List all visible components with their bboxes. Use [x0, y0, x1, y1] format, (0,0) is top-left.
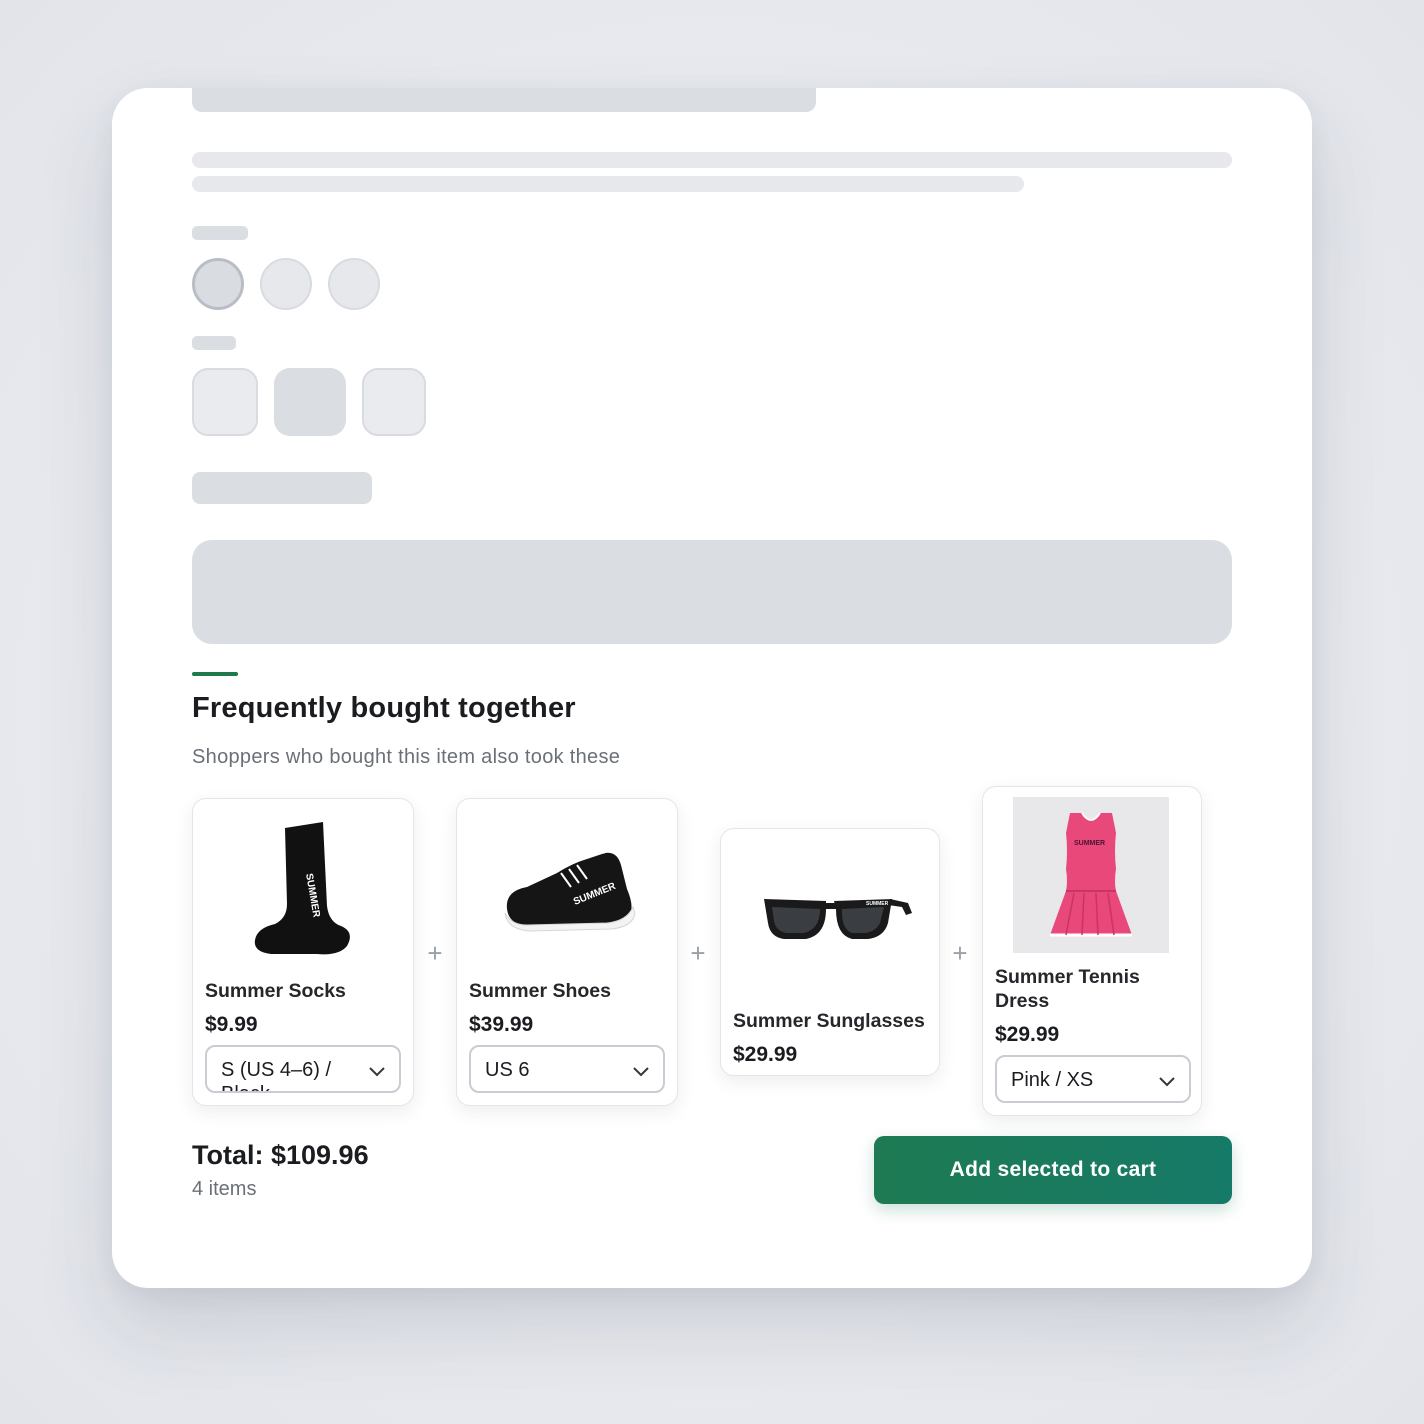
section-title: Frequently bought together	[192, 692, 576, 724]
product-image: SUMMER	[469, 809, 665, 969]
variant-select-value: Pink / XS	[1011, 1069, 1094, 1091]
brand-mark: SUMMER	[1074, 840, 1105, 847]
product-page-card: Frequently bought together Shoppers who …	[112, 88, 1312, 1288]
product-image: SUMMER	[733, 839, 929, 999]
size-option-selected[interactable]	[274, 368, 346, 436]
skeleton-title	[192, 88, 816, 112]
skeleton-color-label	[192, 226, 248, 240]
skeleton-description-line	[192, 176, 1024, 192]
product-price: $9.99	[205, 1013, 258, 1036]
brand-mark: SUMMER	[866, 901, 889, 907]
bundle-total: Total: $109.96	[192, 1140, 369, 1170]
size-option[interactable]	[192, 368, 258, 436]
plus-separator: +	[690, 938, 706, 968]
color-swatch[interactable]	[328, 258, 380, 310]
section-accent-bar	[192, 672, 238, 676]
variant-select-value: US 6	[485, 1059, 530, 1081]
plus-separator: +	[427, 938, 443, 968]
product-price: $29.99	[995, 1023, 1060, 1046]
bundle-item-count: 4 items	[192, 1178, 257, 1200]
sock-icon: SUMMER	[254, 822, 350, 955]
product-price: $39.99	[469, 1013, 534, 1036]
plus-separator: +	[952, 938, 968, 968]
sunglasses-icon: SUMMER	[764, 899, 912, 939]
chevron-down-icon	[1159, 1077, 1175, 1087]
color-swatch-selected[interactable]	[192, 258, 244, 310]
product-card-socks[interactable]: SUMMER Summer Socks $9.99 S (US 4–6) / B…	[192, 798, 414, 1106]
product-card-tennis-dress[interactable]: SUMMER Summer Tennis Dress $29.99 Pink /…	[982, 786, 1202, 1116]
variant-select[interactable]: Pink / XS	[995, 1055, 1191, 1103]
product-price: $29.99	[733, 1043, 798, 1066]
product-card-sunglasses[interactable]: SUMMER Summer Sunglasses $29.99	[720, 828, 940, 1076]
sneaker-icon: SUMMER	[504, 844, 636, 932]
size-option[interactable]	[362, 368, 426, 436]
chevron-down-icon	[633, 1067, 649, 1077]
section-subtitle: Shoppers who bought this item also took …	[192, 746, 621, 768]
chevron-down-icon	[369, 1067, 385, 1077]
variant-select-value: S (US 4–6) / Black	[221, 1059, 332, 1091]
dress-icon: SUMMER	[1050, 812, 1132, 937]
variant-select[interactable]: US 6	[469, 1045, 665, 1093]
product-name: Summer Tennis Dress	[995, 966, 1140, 1012]
product-card-shoes[interactable]: SUMMER Summer Shoes $39.99 US 6	[456, 798, 678, 1106]
variant-select[interactable]: S (US 4–6) / Black	[205, 1045, 401, 1093]
product-name: Summer Sunglasses	[733, 1010, 925, 1032]
product-name: Summer Shoes	[469, 980, 611, 1002]
skeleton-size-label	[192, 336, 236, 350]
skeleton-description-line	[192, 152, 1232, 168]
product-image: SUMMER	[205, 809, 401, 969]
add-selected-to-cart-button[interactable]: Add selected to cart	[874, 1136, 1232, 1204]
product-image: SUMMER	[1013, 797, 1169, 953]
product-name: Summer Socks	[205, 980, 346, 1002]
color-swatch[interactable]	[260, 258, 312, 310]
skeleton-add-to-cart-button	[192, 540, 1232, 644]
skeleton-price	[192, 472, 372, 504]
